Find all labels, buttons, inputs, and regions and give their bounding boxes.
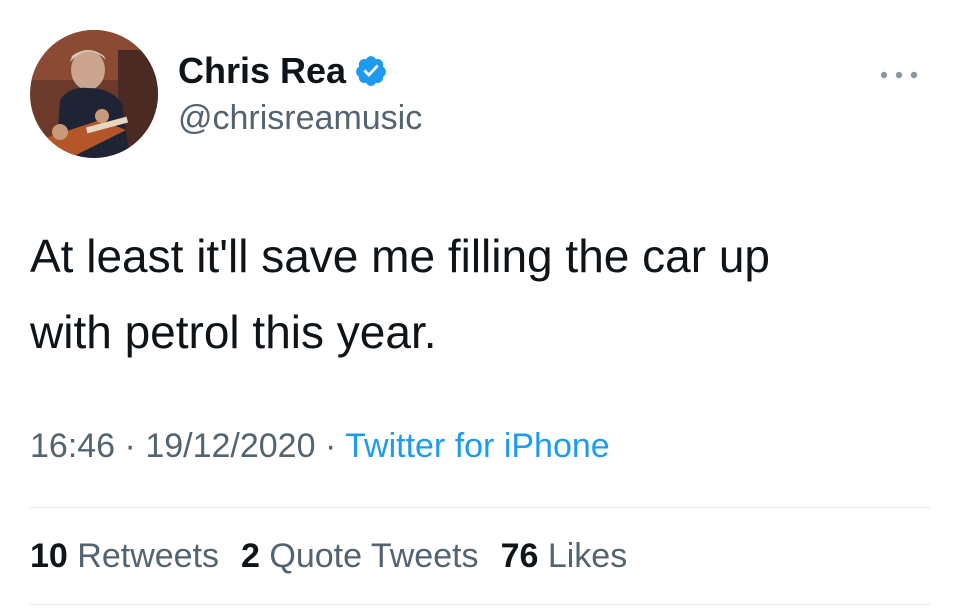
divider <box>30 604 930 605</box>
author-handle[interactable]: @chrisreamusic <box>178 99 422 138</box>
separator: · <box>124 427 136 465</box>
quote-tweets-label: Quote Tweets <box>269 537 479 575</box>
tweet-metadata: 16:46 · 19/12/2020 · Twitter for iPhone <box>30 427 610 466</box>
separator: · <box>324 427 337 465</box>
tweet-text: At least it'll save me filling the car u… <box>30 218 930 370</box>
author-display-name[interactable]: Chris Rea <box>178 50 346 92</box>
retweets-stat[interactable]: 10 Retweets <box>30 537 219 576</box>
quote-tweets-count: 2 <box>241 537 260 575</box>
quote-tweets-stat[interactable]: 2 Quote Tweets <box>241 537 479 576</box>
tweet-date[interactable]: 19/12/2020 <box>145 427 315 465</box>
more-options-icon[interactable] <box>876 60 922 90</box>
tweet-text-line: At least it'll save me filling the car u… <box>30 230 770 282</box>
likes-count: 76 <box>500 537 539 575</box>
tweet-time[interactable]: 16:46 <box>30 427 115 465</box>
retweets-label: Retweets <box>77 537 220 575</box>
likes-label: Likes <box>547 537 628 575</box>
avatar[interactable] <box>30 30 158 158</box>
author-name-row: Chris Rea <box>178 50 388 92</box>
avatar-photo <box>30 30 158 158</box>
likes-stat[interactable]: 76 Likes <box>501 537 628 576</box>
tweet-stats: 10 Retweets 2 Quote Tweets 76 Likes <box>30 537 627 576</box>
tweet-text-line: with petrol this year. <box>30 306 437 358</box>
verified-badge-icon <box>356 56 386 86</box>
tweet-source-link[interactable]: Twitter for iPhone <box>345 427 610 465</box>
retweets-count: 10 <box>30 537 68 575</box>
divider <box>30 507 930 508</box>
